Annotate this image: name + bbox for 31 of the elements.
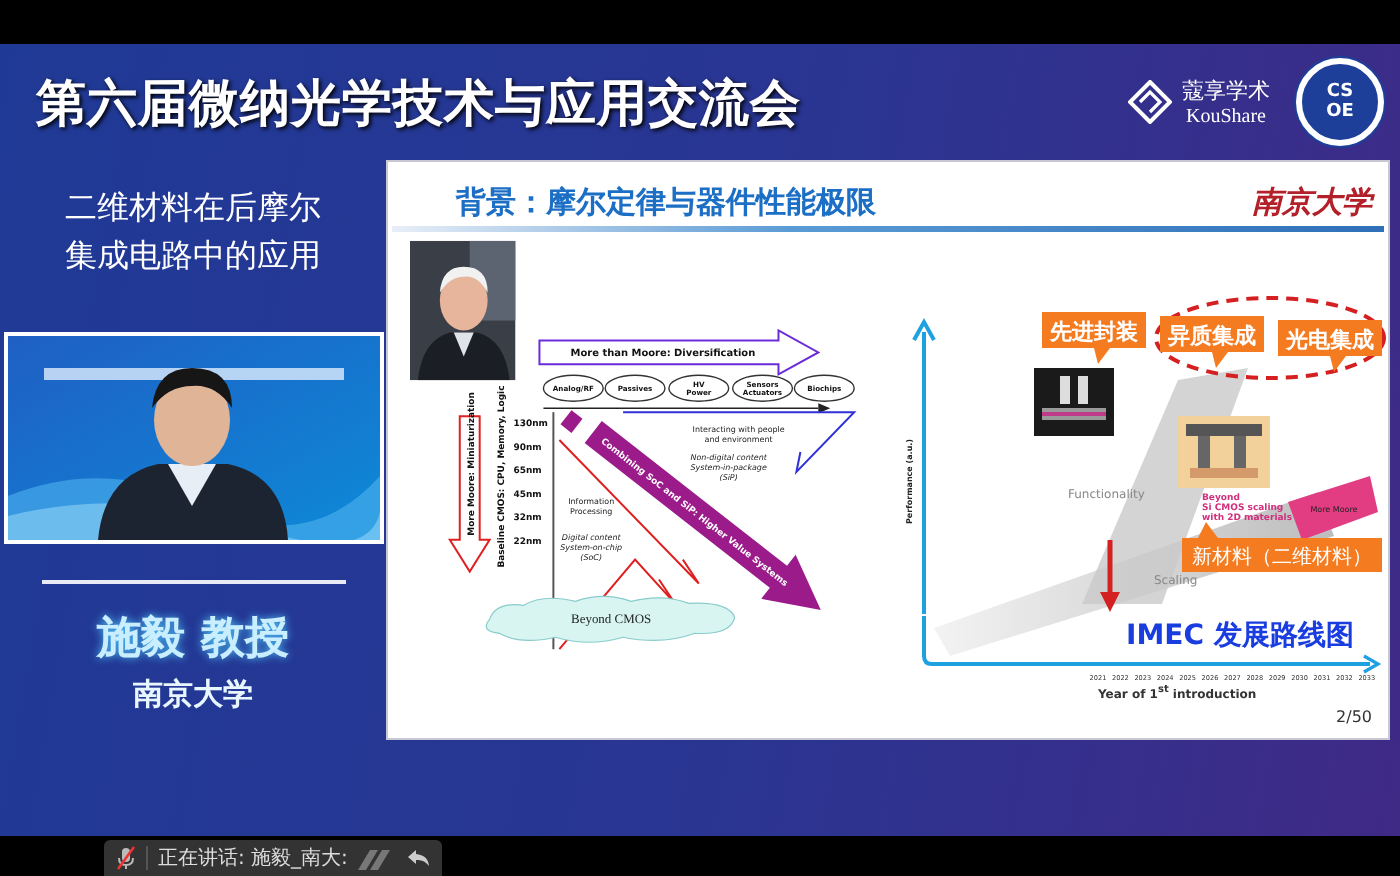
callout-bubble xyxy=(1160,316,1264,368)
university-logo-text: 南京大学 xyxy=(1252,184,1372,222)
speaking-label: 正在讲话: 施毅_南大: xyxy=(158,845,348,872)
reply-icon[interactable] xyxy=(407,848,430,868)
down-arrow xyxy=(1100,540,1120,612)
callout-label: 新材料（二维材料） xyxy=(1192,547,1372,569)
category-oval xyxy=(731,374,794,402)
category-oval xyxy=(604,374,666,402)
more-moore-band xyxy=(1288,476,1378,540)
callout-label: 异质集成 xyxy=(1168,323,1256,349)
category-oval xyxy=(542,374,604,402)
page-number: 2/50 xyxy=(1336,708,1372,726)
talk-subtitle-line: 集成电路中的应用 xyxy=(65,234,321,278)
event-title: 第六届微纳光学技术与应用交流会 xyxy=(36,71,801,135)
microphone-icon[interactable] xyxy=(116,846,136,870)
emblem-letters: OE xyxy=(1326,102,1354,122)
callout-label: 光电集成 xyxy=(1286,327,1374,353)
brand-name: 蔻享学术 xyxy=(1182,76,1270,106)
callout-bubble xyxy=(1042,312,1146,364)
brand-name-latin: KouShare xyxy=(1186,106,1266,128)
talk-subtitle-line: 二维材料在后摩尔 xyxy=(65,186,321,230)
category-oval xyxy=(668,374,730,402)
roadmap-title: IMEC 发展路线图 xyxy=(1126,620,1354,652)
callout-bubble xyxy=(1278,320,1382,372)
callout-label: 先进封装 xyxy=(1050,319,1138,345)
category-oval xyxy=(793,374,855,402)
slide-title: 背景：摩尔定律与器件性能极限 xyxy=(456,184,876,222)
emblem-letters: CS xyxy=(1326,82,1354,102)
speaker-affiliation: 南京大学 xyxy=(133,676,253,714)
diamond-logo-icon xyxy=(1128,80,1172,124)
speaker-name: 施毅 教授 xyxy=(97,612,289,668)
